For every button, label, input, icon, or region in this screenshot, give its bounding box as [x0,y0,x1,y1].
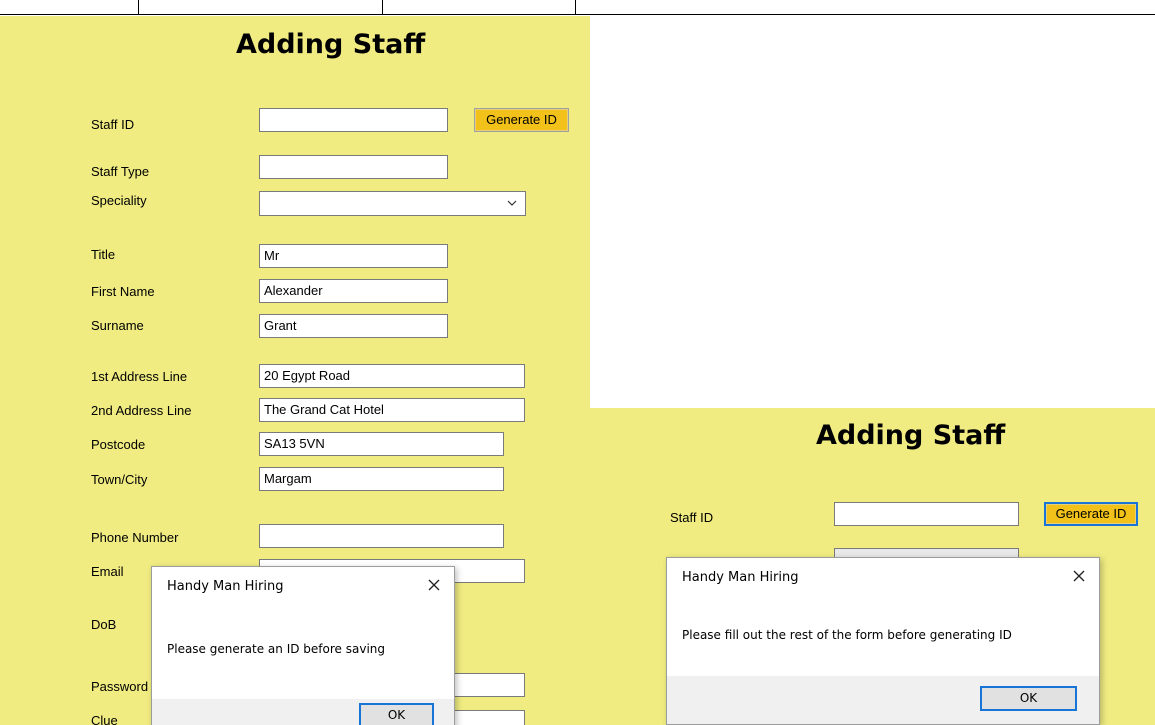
address-line1-label: 1st Address Line [91,369,188,384]
address-line2-label: 2nd Address Line [91,403,192,418]
postcode-field[interactable]: SA13 5VN [259,432,504,456]
chevron-down-icon [507,200,517,206]
table-border-line [575,0,576,15]
surname-label: Surname [91,318,144,333]
close-icon[interactable] [1069,566,1089,586]
password-label: Password [91,679,149,694]
title-field[interactable]: Mr [259,244,448,268]
adding-staff-form-right: Adding Staff Staff ID Generate ID Handy … [590,408,1155,725]
staff-id-label: Staff ID [91,117,135,132]
dialog-message: Please generate an ID before saving [167,642,385,656]
staff-id-label: Staff ID [670,510,714,525]
address-line1-field[interactable]: 20 Egypt Road [259,364,525,388]
dialog-message: Please fill out the rest of the form bef… [682,628,1012,642]
first-name-field[interactable]: Alexander [259,279,448,303]
town-city-label: Town/City [91,472,148,487]
address-line2-field[interactable]: The Grand Cat Hotel [259,398,525,422]
clue-label: Clue [91,713,118,725]
surname-field[interactable]: Grant [259,314,448,338]
first-name-label: First Name [91,284,155,299]
message-dialog: Handy Man Hiring Please generate an ID b… [151,566,455,725]
email-label: Email [91,564,124,579]
staff-id-field[interactable] [259,108,448,132]
speciality-select[interactable] [259,191,526,216]
form-title: Adding Staff [816,420,1006,451]
title-label: Title [91,247,116,262]
table-border-line [382,0,383,15]
form-title: Adding Staff [236,29,426,60]
dialog-title: Handy Man Hiring [682,570,799,585]
table-border-line [138,0,139,15]
table-border-line [0,14,1155,15]
postcode-label: Postcode [91,437,146,452]
staff-id-field[interactable] [834,502,1019,526]
generate-id-button[interactable]: Generate ID [1044,502,1138,526]
generate-id-button[interactable]: Generate ID [474,108,569,132]
ok-button[interactable]: OK [980,686,1077,711]
speciality-label: Speciality [91,193,147,208]
close-icon[interactable] [424,575,444,595]
message-dialog: Handy Man Hiring Please fill out the res… [666,557,1100,725]
phone-number-field[interactable] [259,524,504,548]
ok-button[interactable]: OK [359,703,434,725]
document-table-border [0,0,1155,16]
town-city-field[interactable]: Margam [259,467,504,491]
adding-staff-form-left: Adding Staff Staff ID Generate ID Staff … [0,16,590,725]
staff-type-label: Staff Type [91,164,150,179]
dob-label: DoB [91,617,117,632]
dialog-title: Handy Man Hiring [167,579,284,594]
phone-number-label: Phone Number [91,530,179,545]
staff-type-field[interactable] [259,155,448,179]
